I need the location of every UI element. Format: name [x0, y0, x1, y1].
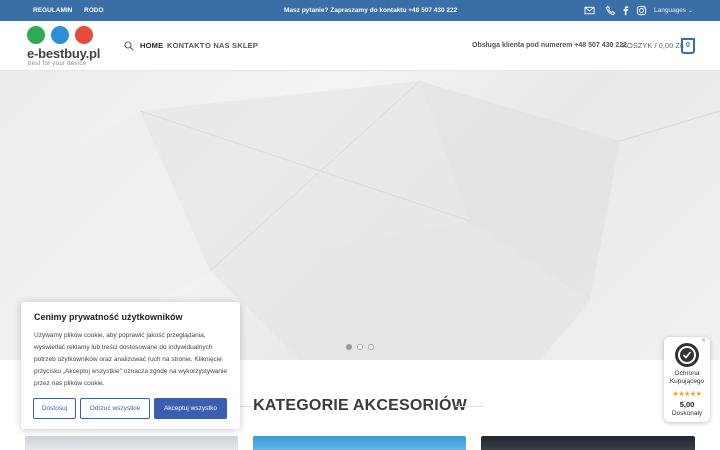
nav-home[interactable]: HOME — [140, 21, 163, 71]
nav-sklep[interactable]: SKLEP — [232, 21, 258, 71]
trust-score: 5,00 — [679, 400, 695, 409]
category-card-2[interactable] — [253, 436, 466, 450]
language-selector[interactable]: Languages ⌄ — [654, 0, 693, 22]
site-header: e-bestbuy.pl best for your device HOME K… — [0, 21, 720, 71]
section-divider-right — [456, 406, 484, 407]
device-logo-icon — [51, 26, 69, 44]
nav-o-nas[interactable]: O NAS — [205, 21, 230, 71]
cart-count-badge[interactable]: 0 — [681, 38, 695, 54]
slider-dot-1[interactable] — [346, 344, 352, 350]
chevron-down-icon: ⌄ — [687, 8, 694, 14]
cookie-title: Cenimy prywatność użytkowników — [34, 312, 183, 322]
trust-seal-icon — [675, 343, 699, 367]
logo-brand: e-bestbuy.pl — [27, 46, 101, 61]
nav-kontakt[interactable]: KONTAKT — [167, 21, 205, 71]
contact-text: Masz pytanie? Zapraszamy do kontaktu +48… — [284, 7, 458, 14]
trust-rating-text: Doskonały — [671, 410, 703, 417]
facebook-icon[interactable] — [620, 5, 631, 16]
headphones-logo-icon — [75, 26, 93, 44]
instagram-icon[interactable] — [636, 5, 647, 16]
cookie-accept-button[interactable]: Akceptuj wszystko — [154, 398, 227, 419]
language-label: Languages — [654, 7, 687, 14]
slider-dot-2[interactable] — [357, 344, 363, 350]
mail-icon[interactable] — [584, 5, 595, 16]
trust-label: Ochrona Kupującego — [669, 370, 705, 385]
trusted-shops-badge[interactable]: ✕ Ochrona Kupującego ★★★★★ 5,00 Doskonał… — [664, 337, 710, 422]
cookie-customize-button[interactable]: Dostosuj — [33, 398, 76, 419]
phone-icon[interactable] — [605, 5, 616, 16]
category-card-1[interactable] — [25, 436, 238, 450]
logo[interactable]: e-bestbuy.pl best for your device — [27, 26, 101, 68]
slider-dot-3[interactable] — [368, 344, 374, 350]
top-link-rodo[interactable]: RODO — [84, 0, 104, 21]
top-link-regulamin[interactable]: REGULAMIN — [33, 0, 72, 21]
cart-link[interactable]: KOSZYK / 0,00 ZŁ — [622, 21, 684, 71]
star-rating: ★★★★★ — [672, 391, 702, 398]
cookie-body: Używamy plików cookie, aby poprawić jako… — [34, 332, 228, 387]
support-phone-text: Obsługa klienta pod numerem +48 507 430 … — [472, 42, 628, 49]
whatsapp-logo-icon — [27, 26, 45, 44]
top-bar: REGULAMIN RODO Masz pytanie? Zapraszamy … — [0, 0, 720, 21]
logo-tagline: best for your device — [28, 61, 87, 67]
cookie-reject-button[interactable]: Odrzuć wszystkie — [80, 398, 150, 419]
cookie-consent-dialog: Cenimy prywatność użytkowników Używamy p… — [21, 302, 240, 429]
category-card-3[interactable] — [481, 436, 695, 450]
close-icon[interactable]: ✕ — [701, 338, 706, 344]
search-icon[interactable] — [124, 41, 134, 51]
